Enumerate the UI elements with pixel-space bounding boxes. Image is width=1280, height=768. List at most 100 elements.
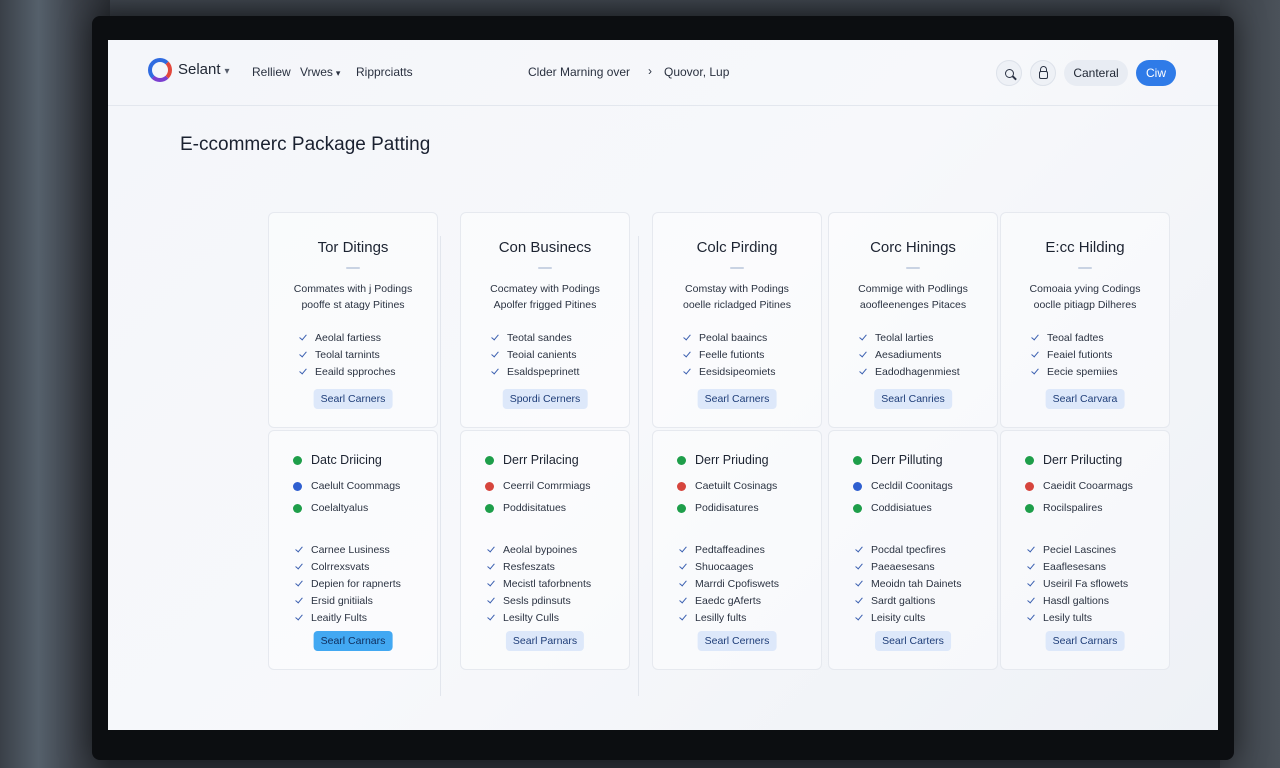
select-plan-button[interactable]: Searl Cerners [697,631,777,651]
chevron-down-icon: ▾ [224,66,230,77]
status-list: Cecldil Coonitags Coddisiatues [853,475,953,519]
plan-card: Con Businecs Cocmatey with Podings Apolfer… [460,212,630,428]
list-item: Meoidn tah Dainets [855,575,961,592]
check-icon [1027,596,1036,605]
select-plan-button[interactable]: Searl Carnars [313,631,393,651]
section-title: Datc Driicing [293,453,382,467]
status-dot-icon [485,481,494,491]
select-plan-button[interactable]: Searl Carvara [1045,389,1125,409]
list-item: Pedtaffeadines [679,541,779,558]
column-divider [638,236,639,696]
list-item: Coddisiatues [853,497,953,519]
plan-detail-card: Datc Driicing Caelult Coommags Coelaltyalu… [268,430,438,670]
list-item: Aeolal fartiess [299,329,396,346]
check-circle-icon [485,455,494,465]
plan-detail-card: Derr Prilucting Caeidit Cooarmags Rocilspa… [1000,430,1170,670]
list-item: Teoal fadtes [1031,329,1118,346]
breadcrumb-item-1[interactable]: Clder Marning over [528,65,630,79]
plan-description-line: ooclle pitiagp Dilheres [1033,299,1137,311]
select-plan-button[interactable]: Searl Carners [313,389,393,409]
status-dot-icon [293,503,302,513]
list-item: Ersid gnitiials [295,592,401,609]
select-plan-button[interactable]: Searl Canries [874,389,952,409]
plan-check-list: Aeolal fartiess Teolal tarnints Eeaild spp… [299,329,396,380]
check-icon [679,562,688,571]
lock-button[interactable] [1030,60,1056,86]
plan-card: Corc Hinings Commige with Podlings aooflee… [828,212,998,428]
select-plan-button[interactable]: Searl Parnars [505,631,585,651]
check-icon [491,350,500,359]
check-icon [683,333,692,342]
check-icon [1027,562,1036,571]
list-item: Podidisatures [677,497,777,519]
select-plan-button[interactable]: Searl Carnars [1045,631,1125,651]
plan-title: E:cc Hilding [1045,239,1125,256]
status-list: Caelult Coommags Coelaltyalus [293,475,400,519]
list-item: Marrdi Cpofiswets [679,575,779,592]
select-plan-button[interactable]: Searl Carners [697,389,777,409]
list-item: Leaitly Fults [295,609,401,626]
list-item: Teotal sandes [491,329,579,346]
check-icon [299,350,308,359]
search-button[interactable] [996,60,1022,86]
select-plan-button[interactable]: Searl Carters [875,631,951,651]
list-item: Eeaild spproches [299,363,396,380]
check-icon [491,367,500,376]
nav-item-reports[interactable]: Ripprciatts [356,65,413,79]
plan-description-line: Commige with Podlings [858,283,968,295]
list-item: Peciel Lascines [1027,541,1128,558]
feature-list: Carnee Lusiness Colrrexsvats Depien for ra… [295,541,401,626]
status-dot-icon [485,503,494,513]
check-icon [855,545,864,554]
check-icon [859,333,868,342]
list-item: Poddisitatues [485,497,591,519]
status-list: Caeidit Cooarmags Rocilspalires [1025,475,1133,519]
check-icon [855,579,864,588]
list-item: Colrrexsvats [295,558,401,575]
status-list: Ceerril Comrmiags Poddisitatues [485,475,591,519]
status-dot-icon [293,481,302,491]
check-icon [679,545,688,554]
monitor-bezel: Selant ▾ Relliew Vrwes ▾ Ripprciatts Clder… [92,16,1234,760]
title-underline [1078,267,1092,269]
plan-description: Commates with j Podings pooffe st atagy P… [277,281,429,313]
nav-item-views[interactable]: Vrwes ▾ [300,65,340,79]
plan-title: Corc Hinings [870,239,956,256]
breadcrumb-item-2[interactable]: Quovor, Lup [664,65,729,79]
title-underline [346,267,360,269]
top-navigation-bar: Selant ▾ Relliew Vrwes ▾ Ripprciatts Clder… [108,40,1218,106]
list-item: Eesidsipeomiets [683,363,775,380]
list-item: Caelult Coommags [293,475,400,497]
page-title: E-ccommerc Package Patting [180,134,431,155]
brand-logo-icon[interactable] [148,58,172,82]
check-icon [299,367,308,376]
select-plan-button[interactable]: Spordi Cerners [502,389,588,409]
list-item: Teolal tarnints [299,346,396,363]
status-dot-icon [677,503,686,513]
plan-card: Colc Pirding Comstay with Podings ooelle r… [652,212,822,428]
status-dot-icon [1025,503,1034,513]
list-item: Eadodhagenmiest [859,363,960,380]
primary-action-button[interactable]: Ciw [1136,60,1176,86]
chevron-right-icon: › [648,64,652,78]
check-circle-icon [1025,455,1034,465]
status-dot-icon [677,481,686,491]
check-icon [683,367,692,376]
search-icon [1004,68,1014,78]
plan-check-list: Peolal baaincs Feelle futionts Eesidsipeom… [683,329,775,380]
nav-item-review[interactable]: Relliew [252,65,291,79]
column-divider [440,236,441,696]
list-item: Caeidit Cooarmags [1025,475,1133,497]
list-item: Coelaltyalus [293,497,400,519]
check-icon [859,350,868,359]
plan-card: E:cc Hilding Comoaia yving Codings ooclle … [1000,212,1170,428]
list-item: Hasdl galtions [1027,592,1128,609]
list-item: Esaldspeprinett [491,363,579,380]
check-icon [1027,579,1036,588]
plan-description-line: Cocmatey with Podings [490,283,600,295]
cancel-button[interactable]: Canteral [1064,60,1128,86]
brand-menu[interactable]: Selant ▾ [178,61,230,78]
plan-check-list: Teolal larties Aesadiuments Eadodhagenmies… [859,329,960,380]
list-item: Feaiel futionts [1031,346,1118,363]
plan-description: Commige with Podlings aoofleenenges Pitac… [837,281,989,313]
